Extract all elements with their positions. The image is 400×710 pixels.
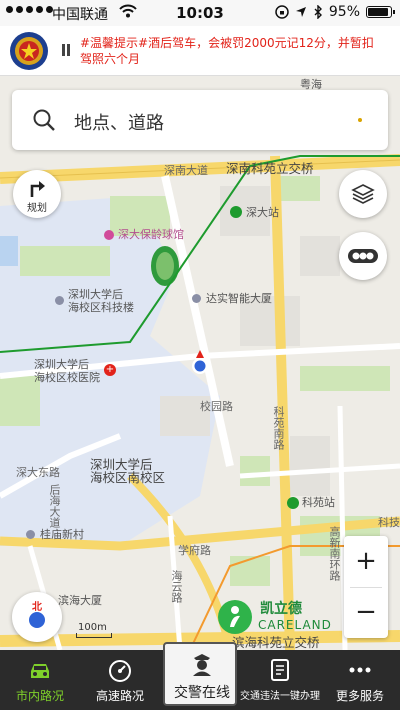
battery-percent: 95% <box>328 4 360 20</box>
tab-label: 市内路况 <box>15 689 64 703</box>
zoom-in-button[interactable]: + <box>344 536 388 587</box>
tab-label: 更多服务 <box>335 689 384 703</box>
bottom-tab-bar: 市内路况 高速路况 交警在线 交通违法一键办理 更多服务 <box>0 642 400 710</box>
map-label: 达实智能大厦 <box>206 292 272 305</box>
search-icon <box>33 109 55 131</box>
zoom-controls: + − <box>344 536 388 638</box>
current-location-icon <box>192 350 208 374</box>
map-label: 深大站 <box>246 206 279 219</box>
poi-dot-icon <box>26 530 35 539</box>
battery-icon <box>366 6 395 18</box>
rotation-lock-icon <box>275 5 289 19</box>
route-plan-button[interactable]: 规划 <box>13 170 61 218</box>
map-label: 深大保龄球馆 <box>118 228 184 241</box>
compass-north-label: 北 <box>32 602 42 613</box>
tab-highway-traffic[interactable]: 高速路况 <box>80 650 160 710</box>
poi-dot-icon <box>192 294 201 303</box>
careland-logo: 凯立德 CARELAND <box>218 598 338 638</box>
scale-bar <box>76 633 112 638</box>
brand-en: CARELAND <box>258 618 332 632</box>
layers-button[interactable] <box>339 170 387 218</box>
map-label: 科苑南路 <box>272 406 285 450</box>
map-label: 深圳大学后 海校区南校区 <box>90 457 166 485</box>
document-icon <box>271 659 289 681</box>
speedometer-icon <box>109 660 131 682</box>
search-placeholder: 地点、道路 <box>74 113 164 134</box>
pause-icon[interactable] <box>61 44 71 56</box>
scale-label: 100m <box>78 622 107 633</box>
map-label: 深圳大学后 海校区科技楼 <box>68 288 134 314</box>
zoom-out-button[interactable]: − <box>344 587 388 638</box>
hospital-icon: + <box>104 364 116 376</box>
map-view[interactable]: 深南大道 深南科苑立交桥 深大站 深大保龄球馆 深圳大学后 海校区科技楼 达实智… <box>0 76 400 650</box>
layers-icon <box>351 184 375 204</box>
tab-police-online[interactable]: 交警在线 <box>163 642 237 706</box>
poi-dot-icon <box>55 296 64 305</box>
brand-cn: 凯立德 <box>260 601 302 617</box>
traffic-toggle-button[interactable] <box>339 232 387 280</box>
tab-violation-handling[interactable]: 交通违法一键办理 <box>240 650 320 710</box>
tab-more-services[interactable]: 更多服务 <box>320 650 400 710</box>
map-label: 校园路 <box>200 400 233 413</box>
search-bar[interactable]: 地点、道路 <box>12 90 388 150</box>
map-label: 学府路 <box>178 544 211 557</box>
map-label: 深南科苑立交桥 <box>226 161 314 176</box>
map-label: 高新南环路 <box>328 526 341 581</box>
map-label: 深圳大学后 海校区校医院 <box>34 358 100 384</box>
location-arrow-icon <box>295 7 306 17</box>
poi-pin-icon <box>104 230 114 240</box>
tab-label: 交警在线 <box>174 685 230 701</box>
route-arrow-icon <box>30 181 45 197</box>
notice-text: #温馨提示#酒后驾车，会被罚2000元记12分，并暂扣驾照六个月 <box>80 36 374 66</box>
compass-button[interactable]: 北 <box>12 592 62 642</box>
map-label: 桂庙新村 <box>40 528 84 541</box>
map-label: 科技 <box>378 516 400 529</box>
tab-city-traffic[interactable]: 市内路况 <box>0 650 80 710</box>
compass-icon <box>29 612 45 628</box>
map-scale: 100m <box>76 620 112 638</box>
careland-logo-icon <box>218 600 252 634</box>
map-label: 后海大道 <box>48 484 61 528</box>
tab-label: 高速路况 <box>95 689 144 703</box>
notice-banner[interactable]: #温馨提示#酒后驾车，会被罚2000元记12分，并暂扣驾照六个月 <box>0 26 400 76</box>
traffic-light-icon <box>348 249 378 263</box>
map-label: 深南大道 <box>164 164 208 177</box>
police-emblem-icon <box>10 32 48 70</box>
car-icon <box>31 664 49 678</box>
tab-label: 交通违法一键办理 <box>240 691 320 702</box>
map-label: 深大东路 <box>16 466 60 479</box>
bluetooth-icon <box>314 5 322 19</box>
indicator-dot <box>358 118 362 122</box>
map-label: 滨海大厦 <box>58 594 102 607</box>
police-icon <box>193 654 211 676</box>
route-plan-label: 规划 <box>27 203 47 214</box>
map-label: 海云路 <box>170 570 183 603</box>
more-icon <box>349 667 371 673</box>
map-label: 科苑站 <box>302 496 335 509</box>
status-bar: 中国联通 10:03 95% <box>0 0 400 26</box>
